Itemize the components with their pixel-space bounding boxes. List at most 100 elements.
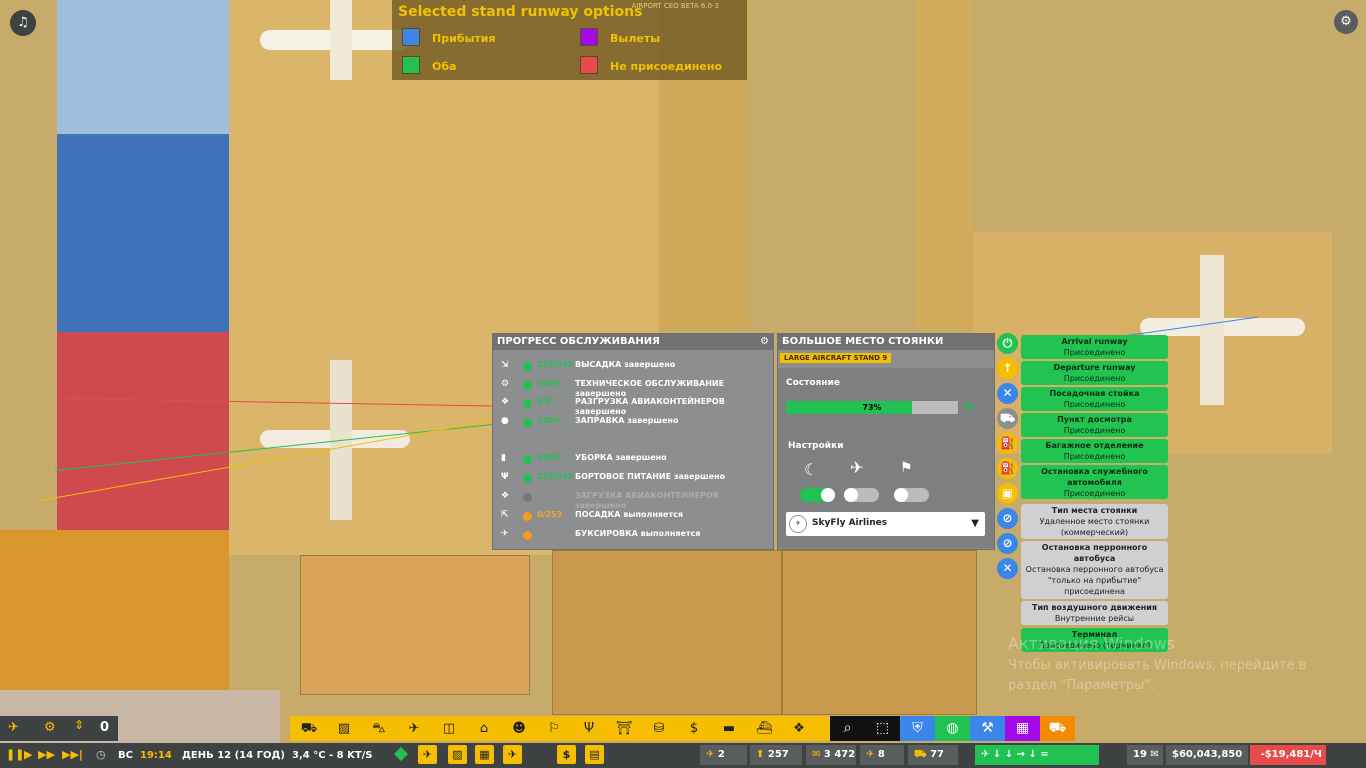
taxiway-icon[interactable]: ▨ [335,720,353,738]
stand-name-badge[interactable]: LARGE AIRCRAFT STAND 9 [780,353,892,363]
terminal-icon[interactable]: ⌂ [475,720,493,738]
stand-option[interactable]: Тип места стоянки Удаленное место стоянки… [1021,504,1168,539]
zones-icon[interactable]: ▦ [1005,716,1040,741]
aircraft-count-icon[interactable]: ✈ 8 [860,745,904,765]
speed-settings-icon[interactable]: ⚙ [44,720,56,735]
stat-value: 257 [767,749,789,760]
runway-icon[interactable]: ⛟ [300,720,318,738]
mail-count[interactable]: 19 ✉ [1127,745,1163,765]
money-display[interactable]: $60,043,850 [1166,745,1248,765]
service-settings-icon[interactable]: ⚙ [760,336,769,347]
runway-status-strip[interactable]: ✈ ↓ ↓ → ↓ = [975,745,1099,765]
stand-option[interactable]: Departure runway Присоединено [1021,361,1168,385]
night-toggle[interactable] [800,488,835,502]
passengers-icon[interactable]: ☻ [510,720,528,738]
notification-bell-icon[interactable]: ♫ [10,10,36,36]
service-label: ЗАПРАВКА завершено [575,416,679,425]
finance-icon[interactable]: $ [557,745,576,764]
service-row: ✈ БУКСИРОВКА выполняется [499,529,769,545]
settings-gear-icon[interactable]: ⚙ [1334,10,1358,34]
legend-label-both: Оба [432,60,457,73]
bus-icon[interactable]: ⛍ [370,720,388,738]
passenger-icon[interactable]: ⬆ 257 [750,745,802,765]
stand-option[interactable]: Багажное отделение Присоединено [1021,439,1168,463]
zoom-arrows-icon[interactable]: ⇕ [74,718,84,732]
stand-option[interactable]: Тип воздушного движения Внутренние рейсы [1021,601,1168,625]
cargo-icon[interactable]: ⛴ [755,720,773,738]
boxes-icon[interactable]: ❖ [790,720,808,738]
service-status-dot [523,381,532,390]
runway-status-icons: ✈ ↓ ↓ → ↓ = [981,749,1049,760]
service-value: 100% [537,416,562,425]
vehicle-tool-icon[interactable]: ⛟ [1040,716,1075,741]
select-icon[interactable]: ⬚ [865,716,900,741]
play-icon[interactable]: ▶ [24,748,32,761]
money-icon[interactable]: $ [685,720,703,738]
no-bus-2-icon[interactable]: ⊘ [997,533,1018,554]
aircraft-toggle[interactable] [844,488,879,502]
search-icon[interactable]: ⌕ [830,716,865,741]
luggage-icon[interactable]: ◫ [440,720,458,738]
cancel-icon[interactable]: ✕ [997,558,1018,579]
stand-option[interactable]: Остановка служебного автомобиля Присоедин… [1021,465,1168,499]
shield-icon[interactable]: ⛨ [900,716,935,741]
stand-option[interactable]: Посадочная стойка Присоединено [1021,387,1168,411]
fastest-icon[interactable]: ▶▶| [62,748,83,761]
service-label: ВЫСАДКА завершено [575,360,676,369]
shop-icon[interactable]: ⛁ [650,720,668,738]
stand-option[interactable]: Arrival runway Присоединено [1021,335,1168,359]
vehicles-count-icon[interactable]: ⛟ 77 [908,745,958,765]
vehicle-icon[interactable]: ⛟ [997,408,1018,429]
stand-panel: БОЛЬШОЕ МЕСТО СТОЯНКИ LARGE AIRCRAFT STA… [777,333,995,550]
stand-panel-title: БОЛЬШОЕ МЕСТО СТОЯНКИ [778,334,994,350]
service-label: ТЕХНИЧЕСКОЕ ОБСЛУЖИВАНИЕ завершено [575,379,725,398]
food-icon[interactable]: Ψ [580,720,598,738]
wrench-icon[interactable]: ✕ [997,383,1018,404]
stand-option[interactable]: Остановка перронного автобуса Остановка п… [1021,541,1168,599]
stand-option[interactable]: Пункт досмотра Присоединено [1021,413,1168,437]
gate-icon[interactable]: ⛩ [615,720,633,738]
flights-icon[interactable]: ✈ 2 991 [700,745,747,765]
no-bus-icon[interactable]: ⊘ [997,508,1018,529]
stand-option-value: Присоединено [1063,400,1126,409]
baggage-toggle[interactable] [894,488,929,502]
repair-tools-icon[interactable]: ⚒ [964,400,975,414]
stripes-icon[interactable]: ▨ [448,745,467,764]
plane-mode-icon[interactable]: ✈ [8,720,19,735]
atc-icon[interactable]: ✈ [405,720,423,738]
stand-option-value: Присоединено [1063,348,1126,357]
briefcase-icon[interactable]: ▣ [997,483,1018,504]
aircraft-1-wing [330,0,352,80]
staff-icon[interactable]: ✉ 3 472 [806,745,856,765]
stand-option-title: Остановка перронного автобуса [1041,543,1148,563]
world-icon[interactable]: ◍ [935,716,970,741]
security-icon[interactable]: ⚐ [545,720,563,738]
fuel-small-icon[interactable]: ⛽ [997,458,1018,479]
maintenance-icon: ⚙ [501,379,510,389]
service-row: ● 100% ЗАПРАВКА завершено [499,416,769,432]
contracts-icon[interactable]: ▤ [585,745,604,764]
blueprint-icon[interactable]: ⚒ [970,716,1005,741]
service-label: БОРТОВОЕ ПИТАНИЕ завершено [575,472,726,481]
airline-select[interactable]: ✈ SkyFly Airlines ▼ [786,512,985,536]
power-icon[interactable]: ⏻ [997,333,1018,354]
service-status-dot [523,493,532,502]
service-progress-panel: ПРОГРЕСС ОБСЛУЖИВАНИЯ ⚙ ⇲ 253/253 ВЫСАДКА … [492,333,774,550]
fast-forward-icon[interactable]: ▶▶ [38,748,55,761]
flight-schedule-icon[interactable]: ✈ [418,745,437,764]
vehicles-icon[interactable]: ▬ [720,720,738,738]
stat-value: 77 [930,749,944,760]
pause-icon[interactable]: ❚❚ [6,748,24,761]
zone-blue [57,134,229,332]
arrow-up-icon[interactable]: ↑ [997,358,1018,379]
clock-icon: ◷ [96,748,106,761]
runway-overview-icon[interactable]: ✈ [503,745,522,764]
stand-option-value: Остановка перронного автобуса "только на… [1025,565,1164,596]
service-status-dot [523,512,532,521]
aircraft-icon: ✈ [850,458,864,477]
grid-icon[interactable]: ▦ [475,745,494,764]
fuel-truck-icon[interactable]: ⛽ [997,433,1018,454]
aircraft-count-icon-glyph: ✈ [866,749,878,760]
passenger-icon-glyph: ⬆ [756,749,768,760]
income-rate[interactable]: -$19,481/Ч [1250,745,1326,765]
